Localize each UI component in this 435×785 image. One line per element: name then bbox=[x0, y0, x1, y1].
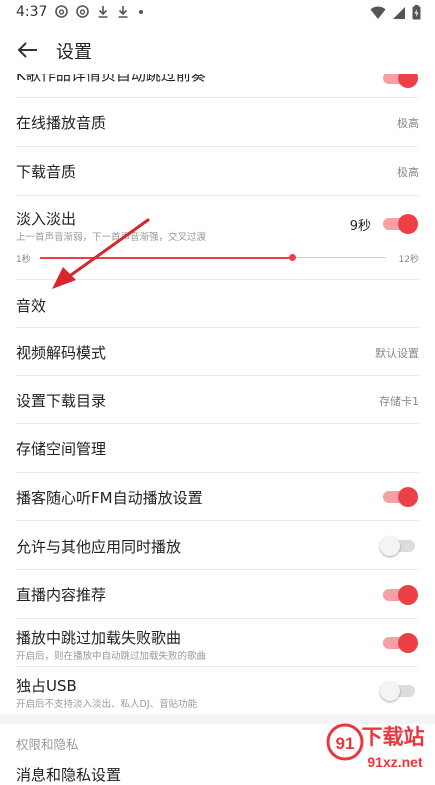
download-dir-value: 存储卡1 bbox=[379, 395, 419, 408]
signal-icon bbox=[392, 5, 406, 24]
wifi-icon bbox=[370, 5, 386, 24]
skip-failed-subtitle: 开启后，则在播放中自动跳过加载失败的歌曲 bbox=[16, 651, 207, 662]
toggle-knob bbox=[398, 633, 418, 653]
settings-row-fade: 淡入淡出 上一首声音渐弱，下一首声音渐强，交叉过渡 9秒 1秒 12秒 bbox=[16, 196, 419, 280]
settings-row-label: 独占USB bbox=[16, 677, 77, 695]
page-title: 设置 bbox=[56, 42, 92, 63]
fade-subtitle: 上一首声音渐弱，下一首声音渐强，交叉过渡 bbox=[16, 232, 207, 243]
slider-fill bbox=[40, 257, 292, 259]
settings-row-podcast-fm[interactable]: 播客随心听FM自动播放设置 bbox=[16, 473, 419, 521]
settings-row-online-quality[interactable]: 在线播放音质 极高 bbox=[16, 98, 419, 147]
netease-music-icon bbox=[55, 5, 68, 22]
toggle-knob bbox=[380, 681, 400, 701]
settings-row-download-quality[interactable]: 下载音质 极高 bbox=[16, 147, 419, 196]
fade-duration-value: 9秒 bbox=[349, 219, 371, 234]
download-quality-value: 极高 bbox=[397, 166, 419, 179]
settings-row-download-dir[interactable]: 设置下载目录 存储卡1 bbox=[16, 376, 419, 424]
usb-toggle[interactable] bbox=[380, 681, 415, 701]
skip-failed-toggle[interactable] bbox=[383, 633, 418, 653]
settings-row-label: 设置下载目录 bbox=[16, 392, 107, 410]
settings-row-label: 在线播放音质 bbox=[16, 114, 107, 132]
settings-row-live-recommend[interactable]: 直播内容推荐 bbox=[16, 570, 419, 619]
settings-row-label: 视频解码模式 bbox=[16, 344, 107, 362]
download-icon bbox=[97, 5, 109, 22]
settings-row-sound-effect[interactable]: 音效 bbox=[16, 280, 419, 328]
notification-icons bbox=[55, 5, 145, 22]
status-bar: 4:37 bbox=[0, 0, 435, 26]
settings-row-label: K歌作品详情页自动跳过前奏 bbox=[16, 74, 206, 84]
slider-min-label: 1秒 bbox=[16, 255, 31, 265]
system-icons bbox=[370, 5, 421, 24]
settings-row-storage[interactable]: 存储空间管理 bbox=[16, 424, 419, 473]
settings-row-label: 播放中跳过加载失败歌曲 bbox=[16, 629, 182, 647]
toggle-knob bbox=[398, 487, 418, 507]
toggle-knob bbox=[398, 585, 418, 605]
slider-thumb[interactable] bbox=[289, 254, 296, 261]
settings-row-skip-failed[interactable]: 播放中跳过加载失败歌曲 开启后，则在播放中自动跳过加载失败的歌曲 bbox=[16, 619, 419, 667]
more-notifications-dot-icon bbox=[137, 5, 145, 22]
live-recommend-toggle[interactable] bbox=[383, 585, 418, 605]
skip-preview-toggle[interactable] bbox=[383, 74, 418, 88]
svg-text:下载站: 下载站 bbox=[362, 725, 425, 749]
usb-subtitle: 开启后不支持淡入淡出、私人DJ、音贴功能 bbox=[16, 699, 198, 710]
settings-row-skip-preview[interactable]: K歌作品详情页自动跳过前奏 bbox=[0, 74, 435, 98]
app-bar: 设置 bbox=[0, 26, 435, 74]
settings-row-label: 音效 bbox=[16, 297, 47, 315]
svg-text:91: 91 bbox=[336, 734, 355, 753]
toggle-knob bbox=[380, 536, 400, 556]
toggle-knob bbox=[398, 74, 418, 88]
svg-text:91xz.net: 91xz.net bbox=[367, 754, 423, 770]
toggle-knob bbox=[398, 214, 418, 234]
online-quality-value: 极高 bbox=[397, 117, 419, 130]
section-title-privacy: 权限和隐私 bbox=[16, 737, 79, 752]
battery-charging-icon bbox=[412, 5, 421, 24]
settings-row-other-apps[interactable]: 允许与其他应用同时播放 bbox=[16, 521, 419, 570]
settings-row-video-decode[interactable]: 视频解码模式 默认设置 bbox=[16, 328, 419, 376]
other-apps-toggle[interactable] bbox=[380, 536, 415, 556]
settings-row-label: 播客随心听FM自动播放设置 bbox=[16, 489, 203, 507]
settings-row-label: 直播内容推荐 bbox=[16, 586, 107, 604]
fade-toggle[interactable] bbox=[383, 214, 418, 234]
settings-row-label: 存储空间管理 bbox=[16, 440, 107, 458]
download-icon-2 bbox=[117, 5, 129, 22]
settings-row-label: 下载音质 bbox=[16, 163, 77, 181]
watermark-logo: 91 下载站 91xz.net bbox=[325, 712, 435, 775]
video-decode-value: 默认设置 bbox=[375, 347, 419, 360]
slider-max-label: 12秒 bbox=[398, 255, 419, 265]
settings-row-label: 允许与其他应用同时播放 bbox=[16, 538, 182, 556]
settings-row-label: 淡入淡出 bbox=[16, 210, 77, 228]
back-arrow-icon[interactable] bbox=[14, 36, 42, 64]
settings-row-usb[interactable]: 独占USB 开启后不支持淡入淡出、私人DJ、音贴功能 bbox=[16, 667, 419, 714]
netease-music-icon-2 bbox=[76, 5, 89, 22]
podcast-fm-toggle[interactable] bbox=[383, 487, 418, 507]
status-time: 4:37 bbox=[16, 4, 48, 20]
